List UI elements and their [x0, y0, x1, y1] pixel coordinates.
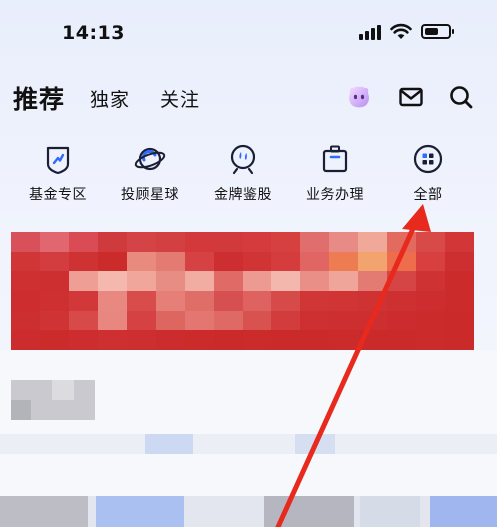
status-icons	[359, 23, 454, 40]
menu-item-fund-zone[interactable]: 基金专区	[12, 142, 104, 204]
search-icon[interactable]	[447, 83, 475, 111]
briefcase-icon	[322, 145, 348, 173]
quick-menu: 基金专区 投顾星球 金牌鉴股 业务办理 全部	[0, 142, 497, 206]
wifi-icon	[390, 23, 412, 39]
menu-label-all: 全部	[413, 187, 443, 203]
tab-exclusive[interactable]: 独家	[90, 85, 130, 112]
banner-pixelated-image	[11, 232, 474, 350]
menu-label-business: 业务办理	[306, 187, 364, 203]
menu-label-gold-stock: 金牌鉴股	[214, 187, 272, 203]
menu-label-fund-zone: 基金专区	[29, 187, 87, 203]
menu-item-business[interactable]: 业务办理	[289, 142, 381, 204]
promo-banner[interactable]	[11, 232, 474, 350]
mail-icon[interactable]	[397, 83, 425, 111]
status-time: 14:13	[62, 22, 125, 44]
cellular-signal-icon	[359, 24, 381, 40]
tab-recommend[interactable]: 推荐	[13, 80, 65, 116]
status-bar: 14:13	[0, 0, 497, 64]
menu-item-all[interactable]: 全部	[382, 142, 474, 204]
menu-item-gold-stock[interactable]: 金牌鉴股	[197, 142, 289, 204]
menu-item-advisor-planet[interactable]: 投顾星球	[104, 142, 196, 204]
fund-shield-icon	[46, 146, 70, 175]
tab-follow[interactable]: 关注	[160, 85, 200, 112]
battery-icon	[421, 24, 454, 39]
top-nav: 推荐 独家 关注	[0, 78, 497, 118]
menu-label-advisor-planet: 投顾星球	[121, 187, 179, 203]
grid-all-icon	[413, 144, 443, 174]
feed-area	[0, 350, 497, 527]
magnifier-stock-icon	[230, 144, 256, 175]
planet-icon	[134, 147, 166, 171]
mascot-avatar-icon[interactable]	[345, 83, 373, 111]
